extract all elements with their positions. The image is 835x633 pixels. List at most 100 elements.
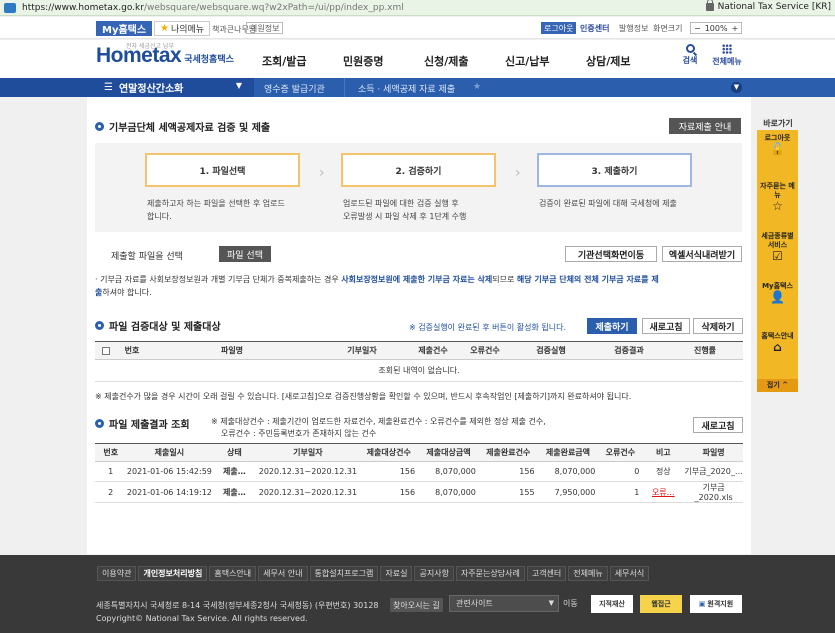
col-submit-count: 제출건수 [407,341,459,360]
footer-link-allmenu[interactable]: 전체메뉴 [568,566,608,581]
find-location-button[interactable]: 찾아오시는 길 [390,598,443,612]
cell-remark: 정상 [642,461,685,482]
logout-button[interactable]: 로그아웃 [541,22,577,34]
table-row[interactable]: 2 2021-01-06 14:19:12 제출… 2020.12.31~202… [95,481,743,503]
hometax-logo[interactable]: 전자 세금신고 납부 Hometax 국세청홈택스 [96,43,234,68]
col-status: 상태 [212,443,257,462]
search-button[interactable]: 검색 [675,44,705,66]
breadcrumb-current[interactable]: 소득 · 세액공제 자료 제출 [358,82,455,95]
bullet-icon [95,321,104,330]
step-arrow-icon: › [515,165,521,181]
quick-logout[interactable]: 로그아웃 🔓 [757,134,798,156]
security-label: National Tax Service [KR] [717,2,831,12]
select-all-checkbox[interactable] [102,346,110,355]
col-done-count: 제출완료건수 [478,443,538,462]
security-indicator[interactable]: National Tax Service [KR] [705,0,831,12]
related-sites-select[interactable]: 관련사이트 ▼ [449,595,559,612]
my-hometax-tab[interactable]: My홈택스 [96,21,153,36]
col-no: 번호 [95,443,127,462]
cell-no: 2 [95,481,127,503]
notice-part: · 기부금 자료를 사회보장정보원과 개별 기부금 단체가 중복제출하는 경우 [95,275,342,284]
gnb-inquiry[interactable]: 조회/발급 [262,53,343,69]
issue-info-link[interactable]: 발행정보 [619,23,648,34]
gnb-consult[interactable]: 상담/제보 [586,53,667,69]
cell-filename[interactable]: 기부금_2020.xls [684,481,743,503]
related-go-button[interactable]: 이동 [563,598,578,609]
cell-target-amount: 8,070,000 [418,481,479,503]
cert-center-link[interactable]: 인증센터 [580,23,609,34]
hamburger-icon: ☰ [104,82,113,93]
zoom-minus-icon[interactable]: − [694,24,701,33]
result-note-line2: 오류건수 : 주민등록번호가 존재하지 않는 건수 [221,429,377,438]
my-menu-button[interactable]: ★ 나의메뉴 [154,21,211,36]
zoom-plus-icon[interactable]: + [732,24,739,33]
logo-tagline: 전자 세금신고 납부 [126,43,174,50]
quick-my-hometax[interactable]: My홈택스 👤 [757,282,798,304]
footer-link-forms[interactable]: 세무서식 [609,566,650,581]
footer-link-guide[interactable]: 홈택스안내 [209,566,257,581]
submit-button[interactable]: 제출하기 [587,318,637,334]
verify-target-table: 번호 파일명 기부일자 제출건수 오류건수 검증실행 검증결과 진행률 조회된 … [95,341,743,382]
quick-tax-service[interactable]: 세금종류별 서비스 ☑ [757,232,798,262]
footer-link-privacy[interactable]: 개인정보처리방침 [138,566,208,581]
footer-link-notice[interactable]: 공지사항 [414,566,454,581]
gnb-report[interactable]: 신고/납부 [505,53,586,69]
notice-part: 하셔야 합니다. [102,288,152,297]
refresh-button[interactable]: 새로고침 [642,318,690,334]
footer-link-install[interactable]: 통합설치프로그램 [309,566,379,581]
url-text[interactable]: https://www.hometax.go.kr/websquare/webs… [22,3,404,13]
person-icon: 👤 [770,290,785,304]
quick-collapse-button[interactable]: 접기 ^ [757,379,798,392]
cell-done-amount: 7,950,000 [537,481,599,503]
notice-highlight: 해당 기부금 단체의 전체 기부금 자료를 제 [516,275,659,284]
footer-link-faq[interactable]: 자주묻는상담사례 [455,566,525,581]
col-checkbox[interactable] [95,341,117,360]
site-favicon-icon [4,2,16,13]
accessibility-badge[interactable]: 웹접근 [640,595,682,613]
activation-hint: ※ 검증실행이 완료된 후 버튼이 활성화 됩니다. [409,323,566,332]
browser-address-bar[interactable]: https://www.hometax.go.kr/websquare/webs… [0,0,835,16]
logo-subtext: 국세청홈택스 [184,55,234,65]
chevron-up-icon: ^ [782,381,789,389]
unlock-icon: 🔓 [770,142,785,156]
error-detail-link[interactable]: 오류… [642,481,685,503]
star-icon: ★ [160,23,169,34]
step-3-desc-line1: 검증이 완료된 파일에 대해 국세청에 제출 [539,199,677,208]
col-target-amount: 제출대상금액 [418,443,479,462]
result-refresh-button[interactable]: 새로고침 [693,417,743,433]
file-select-button[interactable]: 파일 선택 [219,246,271,262]
select-caret-icon: ▼ [548,599,554,607]
nav-expand-icon[interactable]: ▼ [731,82,742,93]
gnb-certificates[interactable]: 민원증명 [343,53,424,69]
breadcrumb-issuer[interactable]: 영수증 발급기관 [264,82,325,95]
nav-main-menu[interactable]: ☰ 연말정산간소화 ▼ [0,78,254,97]
favorite-star-icon[interactable]: ★ [473,82,481,92]
org-select-button[interactable]: 기관선택화면이동 [565,246,657,262]
member-info-button[interactable]: 회원정보 [246,22,284,34]
footer-link-terms[interactable]: 이용약관 [97,566,137,581]
remote-support-button[interactable]: ▣ 원격지원 [690,595,742,613]
lock-icon [705,0,714,11]
footer-link-office[interactable]: 세무서 안내 [258,566,308,581]
submission-guide-button[interactable]: 자료제출 안내 [669,118,741,134]
footer-link-library[interactable]: 자료실 [380,566,413,581]
quick-hometax-guide[interactable]: 홈택스안내 ⌂ [757,332,798,353]
notice-highlight: 사회보장정보원에 제출한 기부금 자료는 삭제 [341,275,493,284]
footer-link-support[interactable]: 고객센터 [526,566,567,581]
duplicate-notice: · 기부금 자료를 사회보장정보원과 개별 기부금 단체가 중복제출하는 경우 … [95,273,745,299]
delete-button[interactable]: 삭제하기 [693,318,743,334]
excel-download-button[interactable]: 엑셀서식내려받기 [662,246,742,262]
quick-faq-menu[interactable]: 자주묻는 메뉴 ☆ [757,182,798,212]
footer-copyright: Copyright© National Tax Service. All rig… [96,614,308,623]
all-menu-button[interactable]: 전체메뉴 [712,44,742,67]
step-2-desc-line2: 오류발생 시 파일 삭제 후 1단계 수행 [343,212,467,221]
ip-badge[interactable]: 지적재산 [591,595,633,613]
quick-faq-label: 자주묻는 메뉴 [760,182,795,199]
file-select-label: 제출할 파일을 선택 [111,252,183,262]
gnb-apply[interactable]: 신청/제출 [424,53,505,69]
zoom-control[interactable]: −100% + [690,22,743,34]
quick-my-label: My홈택스 [762,282,793,290]
table-row[interactable]: 1 2021-01-06 15:42:59 제출… 2020.12.31~202… [95,461,743,482]
col-submit-datetime: 제출일시 [126,443,213,462]
cell-filename[interactable]: 기부금_2020_… [684,461,743,482]
